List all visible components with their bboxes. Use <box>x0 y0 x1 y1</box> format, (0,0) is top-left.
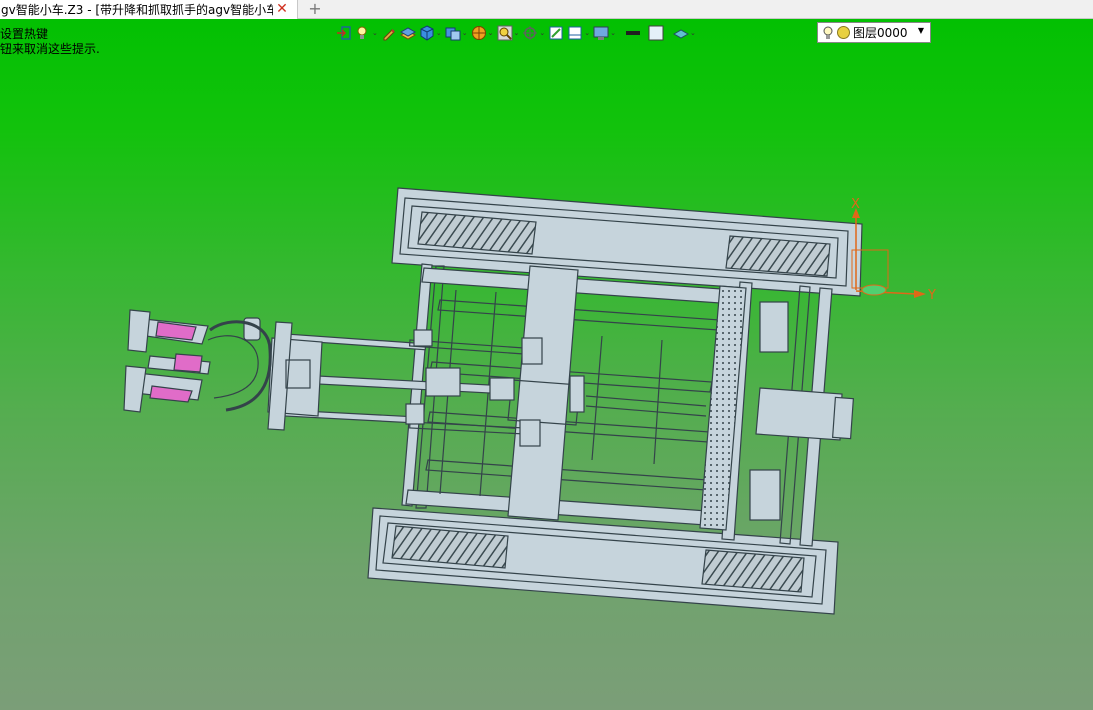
lift-plate <box>507 265 581 521</box>
coordinate-axes: X Y <box>851 197 936 303</box>
axis-y-label: Y <box>927 288 936 303</box>
wheel-rear-right <box>701 549 805 593</box>
axis-x-label: X <box>851 197 860 212</box>
gripper-mount <box>243 317 323 431</box>
agv-model-viewport[interactable]: X Y <box>0 0 1093 710</box>
